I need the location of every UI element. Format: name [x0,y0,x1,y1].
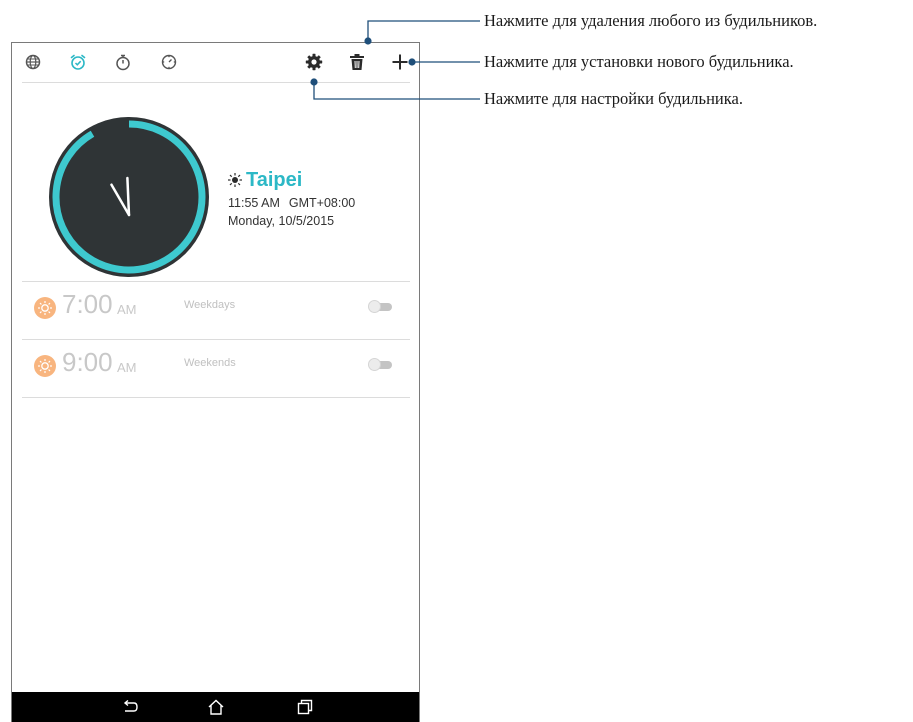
back-button[interactable] [119,697,141,717]
add-callout-text: Нажмите для установки нового будильника. [484,52,794,71]
alarm-toggle[interactable] [368,300,392,313]
stopwatch-icon [116,54,130,71]
timer-icon [161,54,177,70]
alarm-ampm: AM [117,302,137,317]
alarm-item[interactable]: 7:00 AM Weekdays [12,283,419,339]
divider [22,397,410,398]
world-clock-tab[interactable] [22,51,44,73]
settings-callout-text: Нажмите для настройки будильника. [484,89,743,108]
sun-icon [34,297,56,319]
gear-icon [305,53,323,71]
back-icon [123,700,138,712]
sun-icon [34,355,56,377]
alarm-repeat: Weekends [184,357,236,369]
plus-icon [392,54,408,70]
analog-clock [48,116,210,278]
divider [22,339,410,340]
recents-icon [297,699,313,715]
toggle-knob [368,300,381,313]
hour-hand [126,176,131,217]
timer-tab[interactable] [158,51,180,73]
phone-screen: Taipei 11:55 AM GMT+08:00 Monday, 10/5/20… [11,42,420,722]
clock-face [49,117,209,277]
toggle-knob [368,358,381,371]
recents-button[interactable] [294,697,316,717]
home-button[interactable] [205,697,227,717]
figure: Taipei 11:55 AM GMT+08:00 Monday, 10/5/20… [0,0,913,722]
toolbar-divider [22,82,410,83]
city-date: Monday, 10/5/2015 [228,214,335,228]
trash-icon [350,54,364,70]
add-alarm-button[interactable] [389,51,411,73]
alarm-time: 9:00 [62,347,113,377]
navigation-bar [12,692,419,722]
delete-callout-text: Нажмите для удаления любого из будильник… [484,11,818,30]
world-clock-info: Taipei 11:55 AM GMT+08:00 Monday, 10/5/20… [228,167,408,228]
alarm-tab[interactable] [67,51,89,73]
settings-button[interactable] [303,51,325,73]
delete-callout-line [367,20,480,41]
alarm-repeat: Weekdays [184,299,236,311]
alarm-time: 7:00 [62,289,113,319]
home-icon [208,699,224,715]
alarm-ampm: AM [117,360,137,375]
city-time: 11:55 AM [228,196,280,210]
alarm-item[interactable]: 9:00 AM Weekends [12,341,419,397]
city-timezone: GMT+08:00 [288,196,356,210]
city-name: Taipei [246,168,303,191]
sun-icon [228,173,242,187]
toolbar [12,43,419,83]
alarm-clock-icon [70,54,86,70]
divider [22,281,410,282]
delete-button[interactable] [346,51,368,73]
globe-icon [25,54,41,70]
alarm-toggle[interactable] [368,358,392,371]
stopwatch-tab[interactable] [112,51,134,73]
